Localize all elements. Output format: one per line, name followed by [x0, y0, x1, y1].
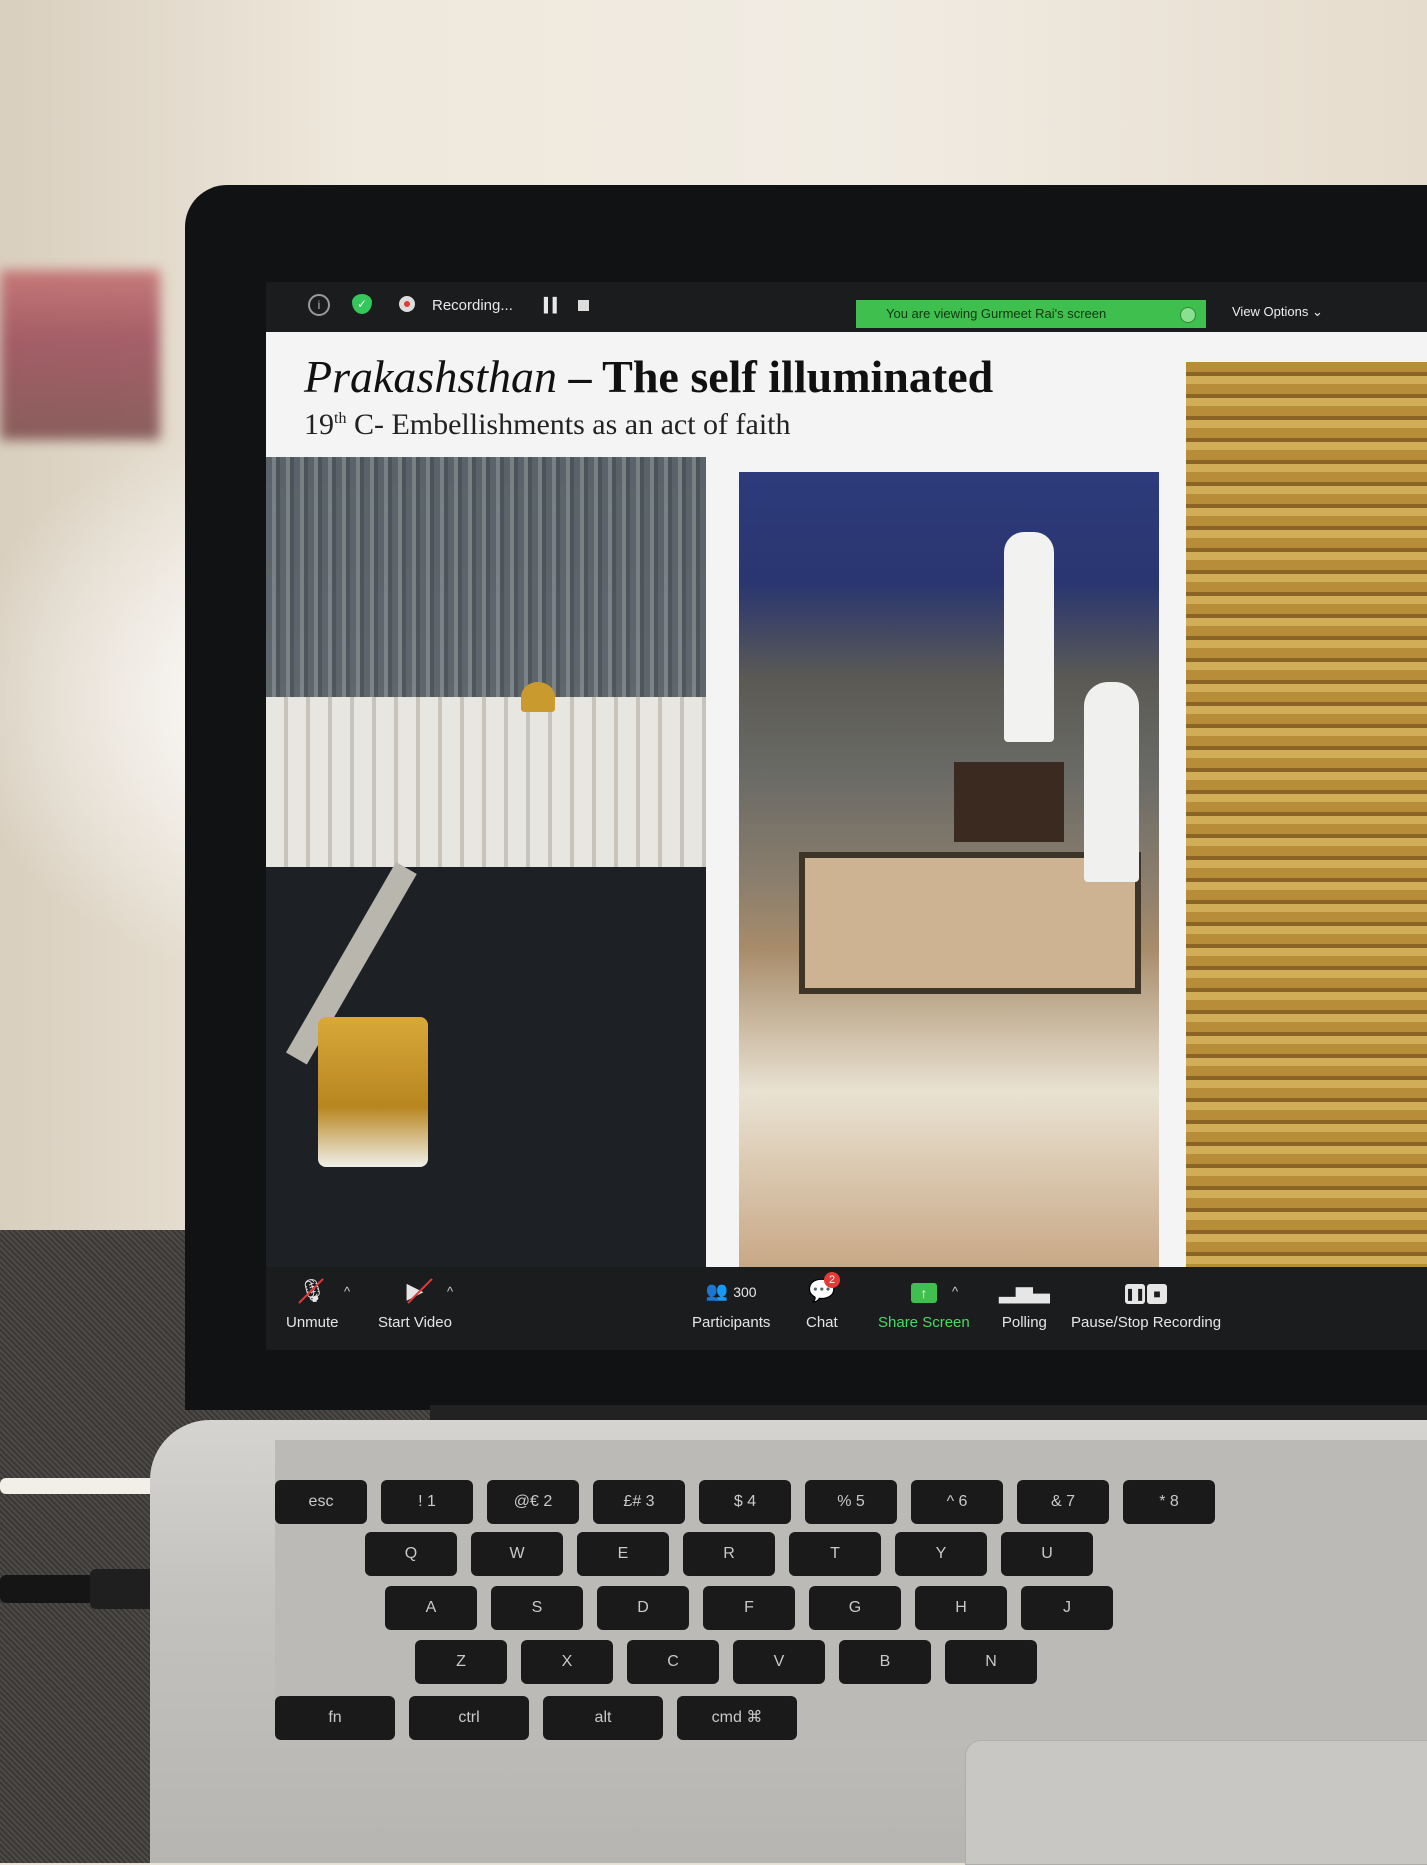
muted-microphone-icon: 🎙 — [298, 1276, 326, 1306]
keyboard-key[interactable]: R — [683, 1532, 775, 1576]
banner-status-icon — [1180, 307, 1196, 323]
keyboard-key[interactable]: F — [703, 1586, 795, 1630]
background-shelf — [0, 270, 160, 440]
pause-stop-recording-button[interactable]: ❚❚ ■ Pause/Stop Recording — [1071, 1276, 1221, 1331]
keyboard-key[interactable]: B — [839, 1640, 931, 1684]
participants-icon: 👥 — [705, 1281, 729, 1301]
keyboard-key[interactable]: U — [1001, 1532, 1093, 1576]
trackpad — [965, 1740, 1427, 1865]
keyboard-key[interactable]: $ 4 — [699, 1480, 791, 1524]
laptop-keyboard: esc ! 1 @€ 2 £# 3 $ 4 % 5 ^ 6 & 7 * 8 QWERTYU ASDF… — [275, 1440, 1427, 1740]
view-options-button[interactable]: View Options ⌄ — [1232, 304, 1323, 320]
unmute-label: Unmute — [286, 1314, 339, 1331]
video-off-icon: ▶ — [407, 1276, 424, 1306]
keyboard-key[interactable]: S — [491, 1586, 583, 1630]
keyboard-key[interactable]: V — [733, 1640, 825, 1684]
keyboard-key[interactable]: & 7 — [1017, 1480, 1109, 1524]
share-screen-label: Share Screen — [878, 1314, 970, 1331]
keyboard-key[interactable]: W — [471, 1532, 563, 1576]
participants-count: 300 — [733, 1284, 757, 1300]
keyboard-key[interactable]: esc — [275, 1480, 367, 1524]
stop-recording-icon[interactable] — [578, 300, 589, 311]
keyboard-key[interactable]: T — [789, 1532, 881, 1576]
subtitle-century: 19 — [304, 408, 334, 441]
subtitle-superscript: th — [334, 410, 347, 427]
keyboard-key[interactable]: % 5 — [805, 1480, 897, 1524]
slide-title-bold: – The self illuminated — [557, 351, 994, 402]
subtitle-text: C- Embellishments as an act of faith — [346, 408, 791, 441]
keyboard-key[interactable]: ! 1 — [381, 1480, 473, 1524]
bar-chart-icon: ▂▅▃ — [999, 1278, 1050, 1303]
keyboard-key[interactable]: Y — [895, 1532, 987, 1576]
golden-wall-photo — [1186, 362, 1427, 1267]
participants-button[interactable]: 👥 300 Participants — [692, 1276, 770, 1331]
polling-label: Polling — [1001, 1314, 1047, 1331]
keyboard-key[interactable]: H — [915, 1586, 1007, 1630]
viewing-banner-text: You are viewing Gurmeet Rai's screen — [886, 306, 1107, 321]
keyboard-key[interactable]: A — [385, 1586, 477, 1630]
keyboard-key[interactable]: fn — [275, 1696, 395, 1740]
pause-stop-label: Pause/Stop Recording — [1071, 1314, 1222, 1331]
chat-unread-badge: 2 — [824, 1272, 840, 1288]
shared-slide: Prakashsthan – The self illuminated 19th… — [266, 332, 1427, 1267]
keyboard-key[interactable]: N — [945, 1640, 1037, 1684]
unmute-button[interactable]: 🎙 Unmute — [286, 1276, 339, 1331]
keyboard-key[interactable]: * 8 — [1123, 1480, 1215, 1524]
recording-icon — [399, 296, 415, 312]
polling-button[interactable]: ▂▅▃ Polling — [999, 1276, 1050, 1331]
keyboard-key[interactable]: cmd ⌘ — [677, 1696, 797, 1740]
laptop-screen: i ✓ Recording... ▍▍ You are viewing Gurm… — [266, 282, 1427, 1350]
slide-title-italic: Prakashsthan — [304, 351, 557, 402]
recording-label: Recording... — [432, 297, 513, 314]
keyboard-key[interactable]: J — [1021, 1586, 1113, 1630]
slide-subtitle: 19th C- Embellishments as an act of fait… — [304, 408, 791, 442]
info-icon[interactable]: i — [308, 294, 330, 316]
keyboard-key[interactable]: ctrl — [409, 1696, 529, 1740]
zoom-toolbar: 🎙 Unmute ^ ▶ Start Video ^ 👥 300 Partici… — [266, 1272, 1427, 1350]
audio-options-caret-icon[interactable]: ^ — [344, 1284, 350, 1299]
share-screen-icon: ↑ — [910, 1283, 937, 1303]
zoom-top-bar: i ✓ Recording... ▍▍ You are viewing Gurm… — [266, 282, 1427, 334]
slide-title: Prakashsthan – The self illuminated — [304, 350, 993, 403]
security-shield-icon[interactable]: ✓ — [352, 294, 372, 314]
aerial-temple-photo — [266, 457, 706, 1267]
keyboard-key[interactable]: alt — [543, 1696, 663, 1740]
share-options-caret-icon[interactable]: ^ — [952, 1284, 958, 1299]
keyboard-key[interactable]: @€ 2 — [487, 1480, 579, 1524]
start-video-button[interactable]: ▶ Start Video — [378, 1276, 452, 1331]
usb-c-cable — [0, 1478, 165, 1494]
keyboard-key[interactable]: C — [627, 1640, 719, 1684]
viewing-screen-banner: You are viewing Gurmeet Rai's screen — [856, 300, 1206, 328]
interior-ceiling-photo — [709, 457, 1186, 1267]
pause-icon: ❚❚ — [1125, 1284, 1145, 1304]
stop-icon: ■ — [1147, 1284, 1168, 1304]
keyboard-key[interactable]: ^ 6 — [911, 1480, 1003, 1524]
start-video-label: Start Video — [378, 1314, 452, 1331]
video-options-caret-icon[interactable]: ^ — [447, 1284, 453, 1299]
usb-cable — [0, 1569, 160, 1609]
chat-button[interactable]: 💬 2 Chat — [806, 1272, 840, 1331]
participants-label: Participants — [692, 1314, 771, 1331]
keyboard-key[interactable]: £# 3 — [593, 1480, 685, 1524]
keyboard-key[interactable]: G — [809, 1586, 901, 1630]
keyboard-key[interactable]: Z — [415, 1640, 507, 1684]
chat-label: Chat — [806, 1314, 838, 1331]
pause-recording-icon[interactable]: ▍▍ — [544, 297, 563, 314]
keyboard-key[interactable]: D — [597, 1586, 689, 1630]
keyboard-key[interactable]: E — [577, 1532, 669, 1576]
keyboard-key[interactable]: X — [521, 1640, 613, 1684]
keyboard-key[interactable]: Q — [365, 1532, 457, 1576]
